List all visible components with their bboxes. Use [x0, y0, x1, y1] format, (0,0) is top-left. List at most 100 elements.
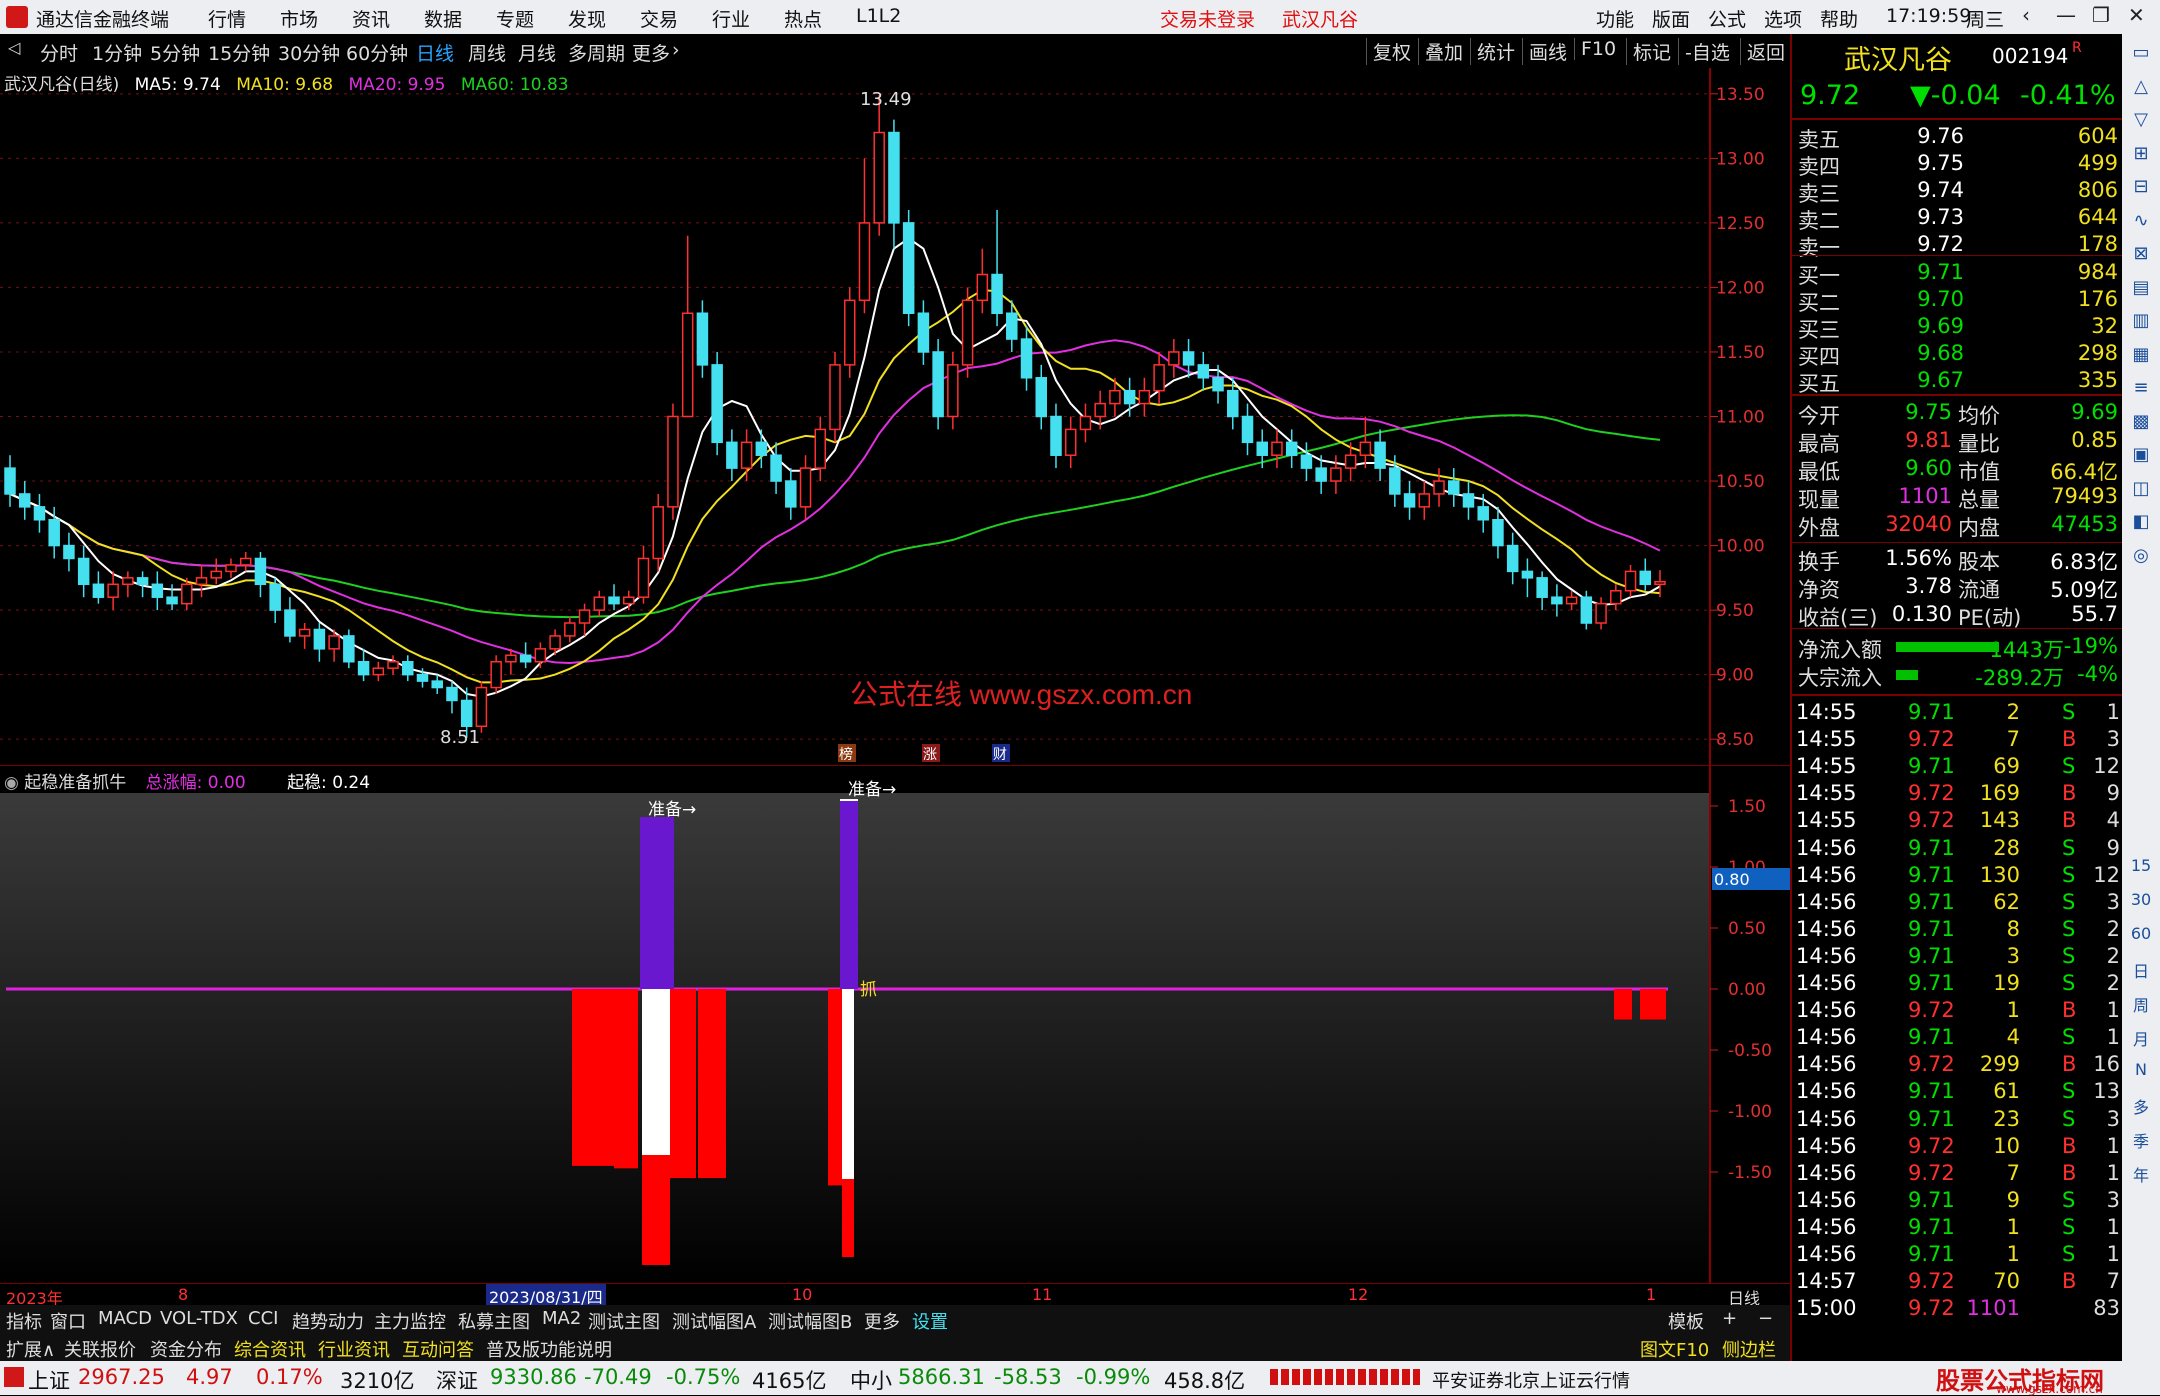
candle-body[interactable]: [785, 480, 797, 508]
candle-body[interactable]: [858, 222, 871, 302]
candle-body[interactable]: [1330, 467, 1342, 482]
side-tool-icon[interactable]: ◎: [2130, 545, 2152, 567]
menu-item[interactable]: 版面: [1652, 5, 1690, 32]
period-tab[interactable]: 60分钟: [346, 39, 408, 66]
candle-body[interactable]: [1109, 389, 1121, 405]
candle-body[interactable]: [976, 273, 989, 302]
minimize-icon[interactable]: —: [2056, 3, 2076, 27]
side-period-button[interactable]: 季: [2128, 1128, 2154, 1152]
indicator-tab[interactable]: 测试幅图A: [672, 1308, 756, 1334]
candle-body[interactable]: [1359, 441, 1372, 456]
candle-body[interactable]: [151, 583, 164, 598]
candle-body[interactable]: [991, 273, 1003, 314]
candle-body[interactable]: [902, 222, 915, 314]
marker-cai[interactable]: 财: [993, 747, 1007, 763]
candle-body[interactable]: [829, 364, 841, 431]
candle-body[interactable]: [740, 441, 753, 469]
candle-body[interactable]: [534, 648, 547, 663]
candle-body[interactable]: [549, 635, 561, 650]
candle-body[interactable]: [947, 364, 959, 418]
candle-body[interactable]: [608, 596, 620, 605]
side-tool-icon[interactable]: ⊟: [2130, 176, 2152, 198]
candle-body[interactable]: [652, 506, 664, 560]
candle-body[interactable]: [1050, 415, 1062, 456]
candle-body[interactable]: [1006, 312, 1018, 340]
kline-chart[interactable]: 13.50 13.00 12.50 12.00 11.50 11.00 10.50 10.00…: [0, 68, 1790, 765]
candle-body[interactable]: [637, 557, 650, 598]
side-tool-icon[interactable]: ⊠: [2130, 243, 2152, 265]
info-tab[interactable]: 资金分布: [150, 1336, 222, 1362]
candle-body[interactable]: [1536, 577, 1548, 598]
indicator-chart[interactable]: 1.501.000.500.00-0.50-1.00-1.50 0.80 准备→…: [0, 764, 1790, 1285]
period-tab[interactable]: 周线: [468, 39, 506, 66]
candle-body[interactable]: [33, 506, 46, 521]
candle-body[interactable]: [1079, 415, 1092, 431]
candle-body[interactable]: [63, 544, 75, 560]
candle-body[interactable]: [1020, 338, 1033, 379]
indicator-tab[interactable]: 窗口: [50, 1308, 86, 1334]
side-tool-icon[interactable]: ◧: [2130, 511, 2152, 533]
candle-body[interactable]: [799, 467, 812, 508]
marker-zhang[interactable]: 涨: [923, 747, 937, 763]
candle-body[interactable]: [1344, 454, 1357, 469]
candle-body[interactable]: [1285, 441, 1298, 456]
side-period-button[interactable]: 周: [2128, 992, 2154, 1016]
side-tool-icon[interactable]: ▦: [2130, 344, 2152, 366]
side-period-button[interactable]: 月: [2128, 1026, 2154, 1050]
f10-button[interactable]: 图文F10: [1640, 1336, 1709, 1362]
candle-body[interactable]: [136, 577, 149, 586]
menu-item[interactable]: 选项: [1764, 5, 1802, 32]
candle-body[interactable]: [1300, 454, 1313, 469]
candle-body[interactable]: [490, 660, 502, 689]
period-tab[interactable]: 月线: [518, 39, 556, 66]
side-tool-icon[interactable]: ≡: [2130, 377, 2152, 399]
toolbar-button[interactable]: 返回: [1740, 38, 1785, 65]
candle-body[interactable]: [1448, 480, 1460, 495]
info-tab[interactable]: 互动问答: [402, 1336, 474, 1362]
candle-body[interactable]: [593, 596, 606, 611]
info-tab[interactable]: 扩展∧: [6, 1336, 55, 1362]
candle-body[interactable]: [873, 131, 885, 224]
candle-body[interactable]: [1595, 602, 1607, 624]
market-icon[interactable]: [4, 1367, 24, 1387]
candle-body[interactable]: [460, 699, 473, 728]
candle-body[interactable]: [1241, 415, 1254, 444]
indicator-svg[interactable]: 1.501.000.500.00-0.50-1.00-1.50 0.80 准备→…: [0, 764, 1790, 1285]
candle-body[interactable]: [917, 312, 930, 353]
maximize-icon[interactable]: ❐: [2092, 3, 2110, 27]
indicator-tab[interactable]: VOL-TDX: [160, 1308, 238, 1329]
candle-body[interactable]: [1182, 351, 1195, 366]
candle-body[interactable]: [1035, 377, 1047, 418]
candle-body[interactable]: [4, 467, 16, 495]
candle-body[interactable]: [1462, 493, 1475, 508]
candle-body[interactable]: [387, 660, 399, 669]
candle-body[interactable]: [505, 654, 517, 663]
candle-body[interactable]: [181, 583, 193, 605]
menu-item[interactable]: 行业: [712, 5, 750, 32]
menu-item[interactable]: 市场: [280, 5, 318, 32]
candle-body[interactable]: [1580, 596, 1593, 624]
toolbar-button[interactable]: 统计: [1470, 38, 1515, 65]
candle-body[interactable]: [416, 673, 429, 682]
info-tab[interactable]: 关联报价: [64, 1336, 136, 1362]
collapse-icon[interactable]: ◁: [8, 38, 20, 57]
toolbar-button[interactable]: 标记: [1626, 38, 1671, 65]
menu-item[interactable]: 资讯: [352, 5, 390, 32]
menu-item[interactable]: 功能: [1596, 5, 1634, 32]
candle-body[interactable]: [166, 596, 178, 605]
candle-body[interactable]: [1256, 441, 1268, 456]
candle-body[interactable]: [210, 570, 222, 579]
candle-body[interactable]: [1197, 364, 1210, 379]
indicator-tab[interactable]: 测试主图: [588, 1308, 660, 1334]
menu-item[interactable]: 帮助: [1820, 5, 1858, 32]
candle-body[interactable]: [1138, 389, 1151, 405]
candle-body[interactable]: [195, 577, 208, 586]
candle-body[interactable]: [77, 557, 90, 586]
candle-body[interactable]: [1551, 596, 1563, 605]
info-tab[interactable]: 综合资讯: [234, 1336, 306, 1362]
candle-body[interactable]: [726, 441, 738, 469]
candle-body[interactable]: [1212, 377, 1224, 392]
marker-bang[interactable]: 榜: [839, 746, 853, 763]
menu-item[interactable]: 热点: [784, 5, 822, 32]
toolbar-button[interactable]: 画线: [1522, 38, 1567, 65]
